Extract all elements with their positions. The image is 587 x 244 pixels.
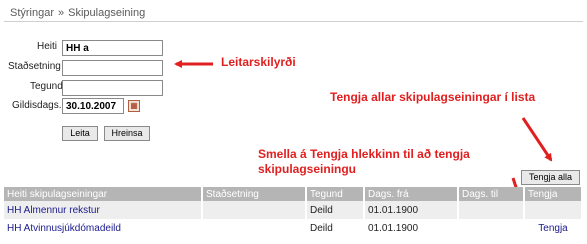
column-header: Dags. til (458, 187, 525, 201)
row-dags-til (458, 219, 525, 237)
annotation-click-link-line1: Smella á Tengja hlekkinn til að tengja (258, 147, 470, 161)
clear-button[interactable]: Hreinsa (104, 126, 150, 141)
arrow-to-connect-all (521, 117, 553, 162)
annotation-search-criteria: Leitarskilyrði (221, 55, 296, 69)
table-row: HH Atvinnusjúkdómadeild Deild 01.01.1900… (4, 219, 583, 237)
column-header: Tegund (306, 187, 365, 201)
stadsetning-input[interactable] (62, 60, 163, 76)
column-header: Tengja (524, 187, 583, 201)
row-tengja-link[interactable] (524, 201, 583, 219)
breadcrumb-current: Skipulagseining (68, 7, 146, 19)
header-divider (4, 21, 583, 22)
calendar-icon[interactable]: ▦ (128, 100, 140, 112)
row-tengja-link[interactable]: Tengja (524, 219, 583, 237)
annotation-connect-all: Tengja allar skipulagseiningar í lista (330, 90, 536, 104)
row-heiti-link[interactable]: HH Almennur rekstur (4, 201, 203, 219)
column-header: Dags. frá (364, 187, 459, 201)
breadcrumb: Stýringar » Skipulagseining (10, 7, 145, 19)
search-button[interactable]: Leita (62, 126, 98, 141)
gildisdags-input[interactable] (62, 98, 124, 114)
row-tegund: Deild (306, 219, 365, 237)
row-dags-fra: 01.01.1900 (364, 219, 459, 237)
column-header: Heiti skipulagseiningar (4, 187, 203, 201)
column-header: Staðsetning (202, 187, 307, 201)
connect-all-button[interactable]: Tengja alla (521, 170, 580, 185)
row-stadsetning (202, 219, 307, 237)
table-row: HH Almennur rekstur Deild 01.01.1900 (4, 201, 583, 219)
breadcrumb-root[interactable]: Stýringar (10, 7, 54, 19)
row-tegund: Deild (306, 201, 365, 219)
results-table: Heiti skipulagseiningar Staðsetning Tegu… (4, 187, 583, 237)
row-heiti-link[interactable]: HH Atvinnusjúkdómadeild (4, 219, 203, 237)
annotation-click-link-line2: skipulagseiningu (258, 162, 357, 176)
row-dags-til (458, 201, 525, 219)
row-dags-fra: 01.01.1900 (364, 201, 459, 219)
heiti-input[interactable] (62, 40, 163, 56)
stadsetning-label: Staðsetning (8, 61, 61, 72)
tegund-label: Tegund (30, 81, 63, 92)
tegund-input[interactable] (62, 80, 163, 96)
breadcrumb-separator: » (58, 7, 65, 19)
row-stadsetning (202, 201, 307, 219)
heiti-label: Heiti (37, 41, 58, 52)
table-header-row: Heiti skipulagseiningar Staðsetning Tegu… (4, 187, 583, 201)
gildisdags-label: Gildisdags. (12, 100, 62, 111)
